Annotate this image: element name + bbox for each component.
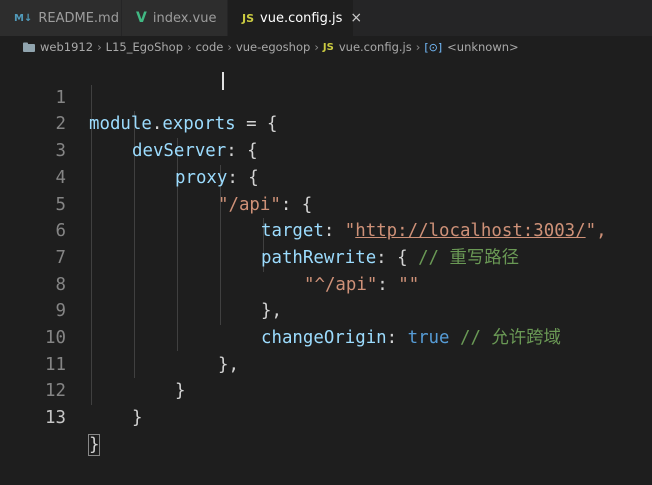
code-editor[interactable]: 1 module.exports = { 2 devServer: { 3 pr… [0, 58, 652, 456]
code-text: target: "http://localhost:3003/", [261, 221, 607, 242]
close-icon[interactable]: × [350, 10, 362, 26]
tab-vue-config[interactable]: JS vue.config.js × [228, 0, 362, 36]
symbol-icon: [⊙] [424, 40, 443, 54]
code-text: module.exports = { [89, 114, 278, 135]
code-text: } [132, 408, 143, 429]
tab-label: index.vue [152, 10, 217, 26]
breadcrumb-item[interactable]: web1912 [40, 40, 93, 54]
vue-icon: V [136, 10, 147, 26]
breadcrumb-item[interactable]: code [196, 40, 224, 54]
tab-readme[interactable]: M↓ README.md [0, 0, 122, 36]
line-number: 13 [45, 408, 66, 429]
tab-label: README.md [38, 10, 119, 26]
breadcrumb-item[interactable]: L15_EgoShop [106, 40, 183, 54]
code-text: "/api": { [218, 194, 313, 215]
chevron-right-icon: › [415, 40, 421, 54]
code-line: 8 }, [0, 245, 282, 322]
code-text: proxy: { [175, 167, 259, 188]
chevron-right-icon: › [97, 40, 102, 54]
javascript-icon: JS [322, 41, 334, 53]
code-text: }, [218, 354, 239, 375]
text-cursor-icon [222, 72, 224, 90]
code-line: 5 target: "http://localhost:3003/", [0, 165, 607, 242]
breadcrumb-file[interactable]: vue.config.js [339, 40, 412, 54]
code-line: 1 module.exports = { [0, 58, 278, 135]
code-line: 4 "/api": { [0, 138, 313, 215]
code-text: } [87, 432, 101, 459]
matching-bracket: } [87, 433, 101, 456]
code-line: 6 pathRewrite: { // 重写路径 [0, 192, 520, 268]
breadcrumb-symbol[interactable]: <unknown> [447, 40, 519, 54]
chevron-right-icon: › [227, 40, 232, 54]
code-line: 12 } [0, 352, 142, 428]
code-line: 7 "^/api": "" [0, 218, 420, 295]
chevron-right-icon: › [187, 40, 192, 54]
chevron-right-icon: › [314, 40, 319, 54]
code-line: 3 proxy: { [0, 111, 259, 188]
javascript-icon: JS [242, 11, 255, 25]
code-text: } [175, 381, 186, 402]
code-line: 13 } [0, 378, 101, 456]
url-link[interactable]: http://localhost:3003/ [355, 221, 585, 241]
code-line: 9 changeOrigin: true // 允许跨域 [0, 272, 561, 348]
code-text: pathRewrite: { // 重写路径 [261, 247, 520, 268]
code-text: changeOrigin: true // 允许跨域 [261, 328, 561, 348]
tab-label: vue.config.js [260, 10, 343, 26]
code-text: "^/api": "" [304, 274, 420, 295]
editor-tab-bar: M↓ README.md V index.vue JS vue.config.j… [0, 0, 652, 36]
markdown-icon: M↓ [14, 12, 33, 24]
breadcrumb: web1912 › L15_EgoShop › code › vue-egosh… [0, 36, 652, 58]
code-line: 10 }, [0, 298, 239, 375]
folder-icon [23, 42, 35, 52]
tab-index-vue[interactable]: V index.vue [122, 0, 228, 36]
code-text: }, [261, 301, 282, 322]
code-line: 2 devServer: { [0, 85, 258, 161]
breadcrumb-item[interactable]: vue-egoshop [236, 40, 310, 54]
code-line: 11 } [0, 325, 185, 402]
code-text: devServer: { [132, 141, 258, 162]
